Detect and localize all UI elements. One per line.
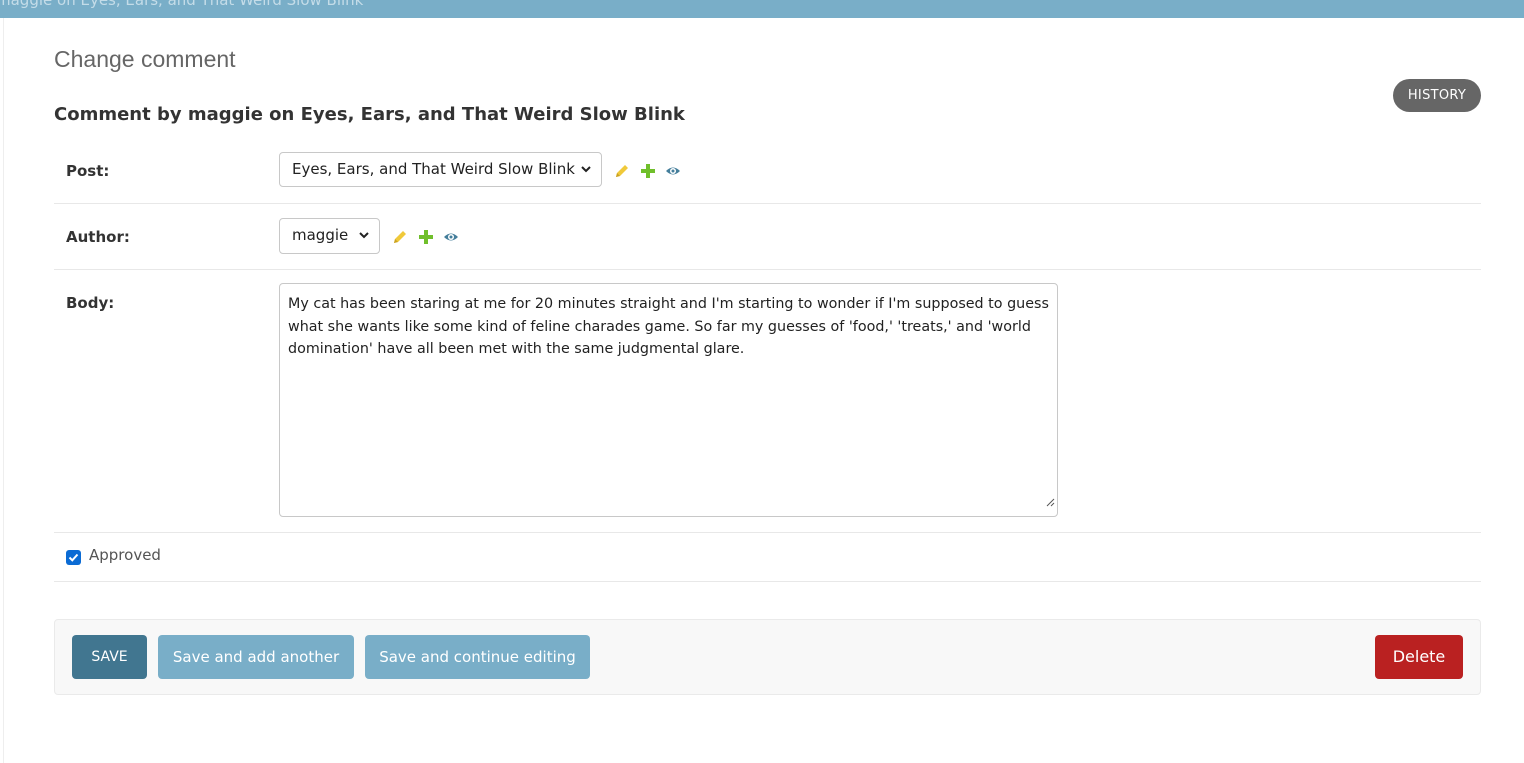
save-and-add-another-button[interactable]: Save and add another <box>158 635 354 679</box>
header-bar: maggie on Eyes, Ears, and That Weird Slo… <box>0 0 1524 18</box>
submit-row: SAVE Save and add another Save and conti… <box>54 619 1481 695</box>
pencil-icon[interactable] <box>614 163 630 179</box>
form-row-approved: Approved <box>54 532 1481 582</box>
pencil-icon[interactable] <box>392 229 408 245</box>
post-label: Post: <box>66 162 110 180</box>
author-select[interactable]: maggie <box>279 218 380 254</box>
history-button[interactable]: HISTORY <box>1393 79 1481 112</box>
chevron-down-icon <box>358 219 370 266</box>
post-select-value: Eyes, Ears, and That Weird Slow Blink <box>292 160 575 178</box>
post-select[interactable]: Eyes, Ears, and That Weird Slow Blink <box>279 152 602 187</box>
body-text: My cat has been staring at me for 20 min… <box>288 296 1049 357</box>
author-select-value: maggie <box>292 226 349 244</box>
resize-handle-icon[interactable] <box>1045 492 1055 515</box>
form-row-post: Post: <box>54 138 1481 204</box>
breadcrumb-tail[interactable]: maggie on Eyes, Ears, and That Weird Slo… <box>0 0 363 9</box>
approved-label[interactable]: Approved <box>89 546 161 564</box>
left-border <box>3 18 4 763</box>
delete-button[interactable]: Delete <box>1375 635 1463 679</box>
author-label: Author: <box>66 228 130 246</box>
eye-icon[interactable] <box>665 163 681 179</box>
plus-icon[interactable] <box>418 229 434 245</box>
approved-checkbox[interactable] <box>66 550 81 565</box>
eye-icon[interactable] <box>443 229 459 245</box>
object-title: Comment by maggie on Eyes, Ears, and Tha… <box>54 104 685 125</box>
save-and-continue-button[interactable]: Save and continue editing <box>365 635 590 679</box>
save-button[interactable]: SAVE <box>72 635 147 679</box>
plus-icon[interactable] <box>640 163 656 179</box>
body-label: Body: <box>66 294 115 312</box>
page-title: Change comment <box>54 46 236 72</box>
form-row-author: Author: <box>54 204 1481 270</box>
chevron-down-icon <box>580 153 592 199</box>
body-textarea[interactable]: My cat has been staring at me for 20 min… <box>279 283 1058 517</box>
